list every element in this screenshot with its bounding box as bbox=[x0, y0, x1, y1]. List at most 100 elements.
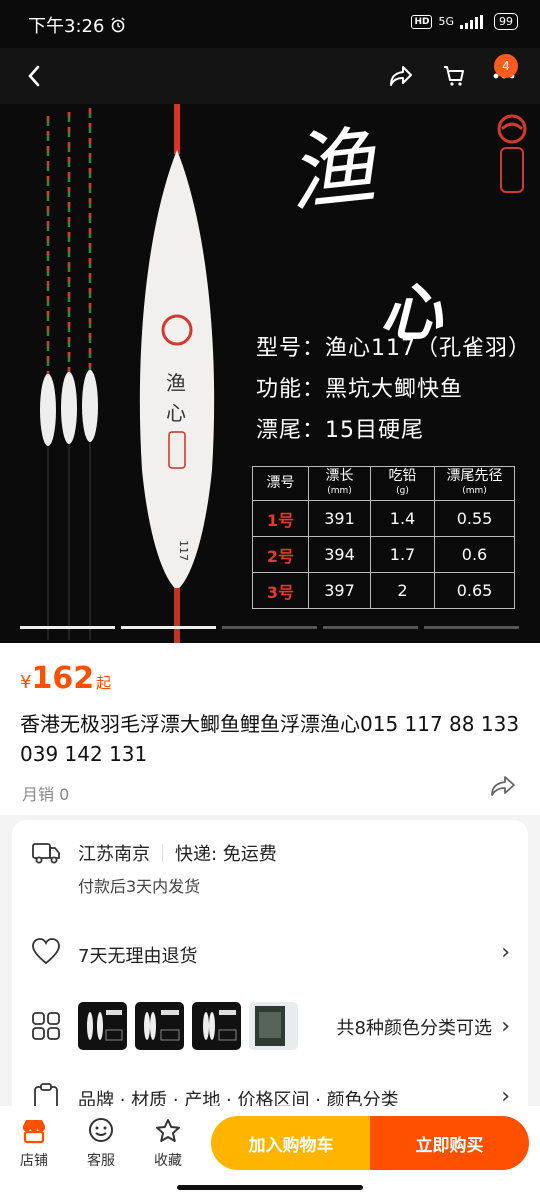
col-header: 漂长 bbox=[325, 467, 354, 484]
customer-service-label: 客服 bbox=[87, 1153, 115, 1169]
variant-thumbnails bbox=[78, 1002, 298, 1050]
battery-indicator: 99 bbox=[494, 13, 518, 30]
spec-lines: 型号：渔心117（孔雀羽） 功能：黑坑大鲫快鱼 漂尾：15目硬尾 bbox=[256, 328, 531, 451]
variant-thumbnail[interactable] bbox=[192, 1002, 241, 1050]
returns-policy: 7天无理由退货 bbox=[78, 946, 198, 967]
table-cell: 2号 bbox=[252, 536, 309, 573]
col-header: 漂号 bbox=[266, 475, 295, 491]
variant-count: 共8种颜色分类可选 bbox=[336, 1018, 492, 1039]
home-indicator bbox=[177, 1185, 363, 1190]
status-bar: 下午3:26 HD 5G 99 bbox=[0, 0, 540, 48]
spec-model: 型号：渔心117（孔雀羽） bbox=[256, 336, 531, 361]
thumb-image bbox=[203, 1010, 237, 1041]
product-share-button[interactable] bbox=[490, 775, 520, 805]
back-arrow-icon bbox=[28, 65, 40, 87]
product-title: 香港无极羽毛浮漂大鲫鱼鲤鱼浮漂渔心015 117 88 133 039 142 … bbox=[20, 712, 520, 766]
price-currency: ¥ bbox=[20, 672, 32, 693]
carousel-dot bbox=[121, 626, 216, 629]
table-row: 2号 394 1.7 0.6 bbox=[252, 536, 515, 573]
signal-icon bbox=[460, 14, 483, 29]
svg-text:渔: 渔 bbox=[166, 371, 186, 395]
main-float: 渔 心 117 bbox=[139, 104, 215, 643]
smiley-chat-icon bbox=[89, 1118, 113, 1142]
table-row: 3号 397 2 0.65 bbox=[252, 572, 515, 609]
table-cell: 391 bbox=[308, 500, 371, 537]
store-label: 店铺 bbox=[20, 1153, 48, 1169]
carousel-dot bbox=[20, 626, 115, 629]
table-cell: 3号 bbox=[252, 572, 309, 609]
col-header: 吃铅 bbox=[388, 467, 417, 484]
chevron-right-icon: › bbox=[501, 1014, 510, 1039]
monthly-sales: 月销 0 bbox=[22, 785, 70, 804]
store-button[interactable]: 店铺 bbox=[9, 1116, 59, 1170]
ship-dispatch: 付款后3天内发货 bbox=[78, 877, 201, 896]
brand-title: 渔 bbox=[283, 116, 380, 226]
product-info: ¥ 162 起 香港无极羽毛浮漂大鲫鱼鲤鱼浮漂渔心015 117 88 133 … bbox=[0, 643, 540, 815]
cart-button[interactable] bbox=[436, 58, 472, 94]
carousel-dot bbox=[424, 626, 519, 629]
table-cell: 397 bbox=[308, 572, 371, 609]
table-cell: 0.6 bbox=[434, 536, 515, 573]
variant-thumbnail[interactable] bbox=[78, 1002, 127, 1050]
small-floats bbox=[40, 108, 98, 640]
ship-method: 快递: 免运费 bbox=[175, 844, 277, 865]
col-unit: (g) bbox=[396, 485, 409, 496]
cart-count-badge: 4 bbox=[494, 54, 518, 78]
top-navbar bbox=[0, 48, 540, 104]
table-row: 1号 391 1.4 0.55 bbox=[252, 500, 515, 537]
thumb-image bbox=[255, 1006, 285, 1046]
favorite-button[interactable]: 收藏 bbox=[143, 1116, 193, 1170]
carousel-dot bbox=[323, 626, 418, 629]
shipping-row: 江苏南京 快递: 免运费 bbox=[78, 840, 277, 866]
divider bbox=[162, 844, 163, 862]
chevron-right-icon: › bbox=[501, 940, 510, 965]
thumb-image bbox=[87, 1010, 123, 1041]
col-unit: (mm) bbox=[462, 485, 487, 496]
add-to-cart-button[interactable]: 加入购物车 bbox=[211, 1116, 371, 1170]
price-suffix: 起 bbox=[96, 674, 112, 692]
col-header: 漂尾先径 bbox=[446, 467, 503, 484]
spec-table: 漂号 漂长 (mm) 吃铅 (g) 漂尾先径 (mm) 1号 391 1.4 0.55… bbox=[252, 466, 515, 609]
star-icon bbox=[156, 1119, 180, 1142]
col-unit: (mm) bbox=[327, 485, 352, 496]
price: ¥ 162 起 bbox=[20, 661, 111, 696]
buy-now-button[interactable]: 立即购买 bbox=[370, 1116, 529, 1170]
ship-origin: 江苏南京 bbox=[78, 844, 150, 865]
grid-icon bbox=[32, 1012, 60, 1040]
variant-thumbnail[interactable] bbox=[249, 1002, 298, 1050]
table-cell: 0.65 bbox=[434, 572, 515, 609]
alarm-icon bbox=[111, 17, 125, 33]
spec-table-header: 漂号 漂长 (mm) 吃铅 (g) 漂尾先径 (mm) bbox=[252, 466, 515, 501]
carousel-indicator bbox=[20, 626, 519, 629]
store-icon bbox=[23, 1120, 45, 1144]
back-button[interactable] bbox=[16, 58, 52, 94]
product-image-carousel[interactable]: 渔 心 117 渔 心 型号：渔心117（孔雀羽） 功能：黑坑大鲫快鱼 漂尾：1… bbox=[0, 0, 540, 643]
share-icon bbox=[390, 66, 412, 86]
thumb-image bbox=[144, 1010, 180, 1041]
status-time: 下午3:26 bbox=[28, 16, 105, 37]
carousel-dot bbox=[222, 626, 317, 629]
heart-icon bbox=[32, 938, 60, 965]
variant-thumbnail[interactable] bbox=[135, 1002, 184, 1050]
share-button[interactable] bbox=[383, 58, 419, 94]
price-value: 162 bbox=[31, 661, 95, 696]
table-cell: 1.4 bbox=[370, 500, 435, 537]
service-card: 江苏南京 快递: 免运费 付款后3天内发货 7天无理由退货 › 共8种颜色分类可… bbox=[12, 820, 528, 1120]
customer-service-button[interactable]: 客服 bbox=[76, 1116, 126, 1170]
svg-text:心: 心 bbox=[166, 401, 186, 425]
truck-icon bbox=[32, 843, 60, 864]
table-cell: 0.55 bbox=[434, 500, 515, 537]
share-icon bbox=[491, 776, 515, 796]
network-label: 5G bbox=[438, 15, 454, 28]
cart-icon bbox=[444, 66, 464, 86]
hd-badge: HD bbox=[411, 14, 433, 29]
svg-text:117: 117 bbox=[177, 540, 190, 561]
spec-function: 功能：黑坑大鲫快鱼 bbox=[256, 377, 464, 402]
favorite-label: 收藏 bbox=[154, 1153, 182, 1169]
table-cell: 1号 bbox=[252, 500, 309, 537]
spec-tail: 漂尾：15目硬尾 bbox=[256, 418, 424, 443]
brand-logo-icon bbox=[497, 114, 527, 193]
table-cell: 2 bbox=[370, 572, 435, 609]
table-cell: 1.7 bbox=[370, 536, 435, 573]
table-cell: 394 bbox=[308, 536, 371, 573]
